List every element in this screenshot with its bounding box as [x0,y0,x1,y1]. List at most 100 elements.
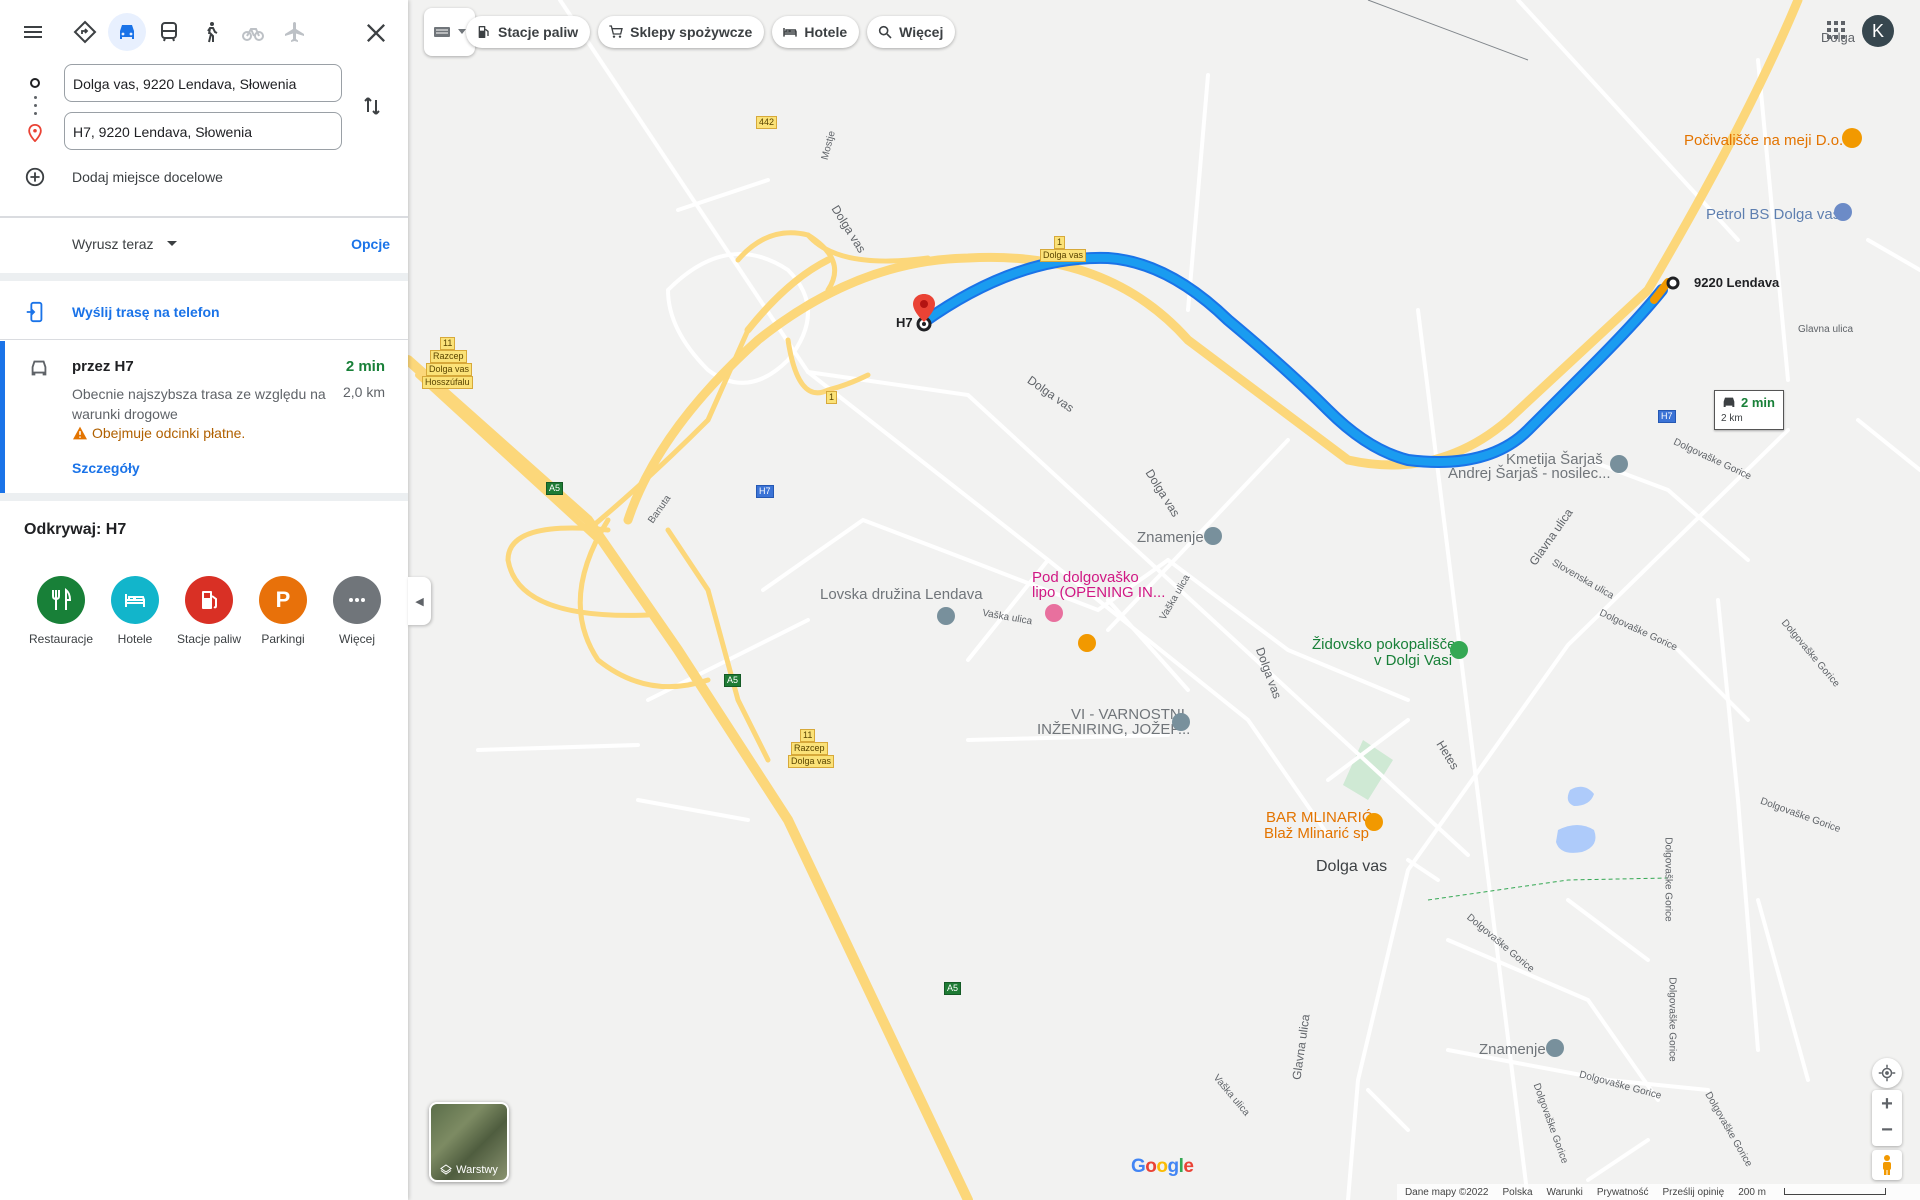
place-marker-icon[interactable] [1610,455,1628,473]
apps-grid-icon[interactable] [1824,18,1848,42]
gas-station-icon [185,576,233,624]
bar-marker-icon[interactable] [1365,813,1383,831]
poi-vi-2[interactable]: INŽENIRING, JOŽEF... [1037,721,1190,738]
gas-marker-icon[interactable] [1834,203,1852,221]
cross-marker-icon[interactable] [1546,1039,1564,1057]
map-canvas[interactable]: 2 min 2 km H7 9220 Lendava Dolga Počival… [408,0,1920,1200]
my-location-button[interactable] [1872,1058,1902,1088]
poi-bar-1[interactable]: BAR MLINARIĆ, [1266,809,1377,826]
map-label-h7: H7 [896,315,913,330]
poi-zidovsko-1[interactable]: Židovsko pokopališče [1312,636,1455,653]
poi-kmetija-2[interactable]: Andrej Šarjaš - nosilec... [1448,465,1611,482]
zoom-in-button[interactable]: + [1881,1090,1893,1118]
explore-hotels[interactable]: Hotele [98,576,172,646]
chip-groceries[interactable]: Sklepy spożywcze [598,16,765,48]
route-duration-callout[interactable]: 2 min 2 km [1714,390,1784,430]
poi-pod-2[interactable]: lipo (OPENING IN... [1032,584,1165,601]
collapse-panel-button[interactable]: ◀ [408,577,431,625]
mode-flight[interactable] [276,13,314,51]
travel-mode-bar [14,13,318,51]
walk-icon [207,22,218,43]
chip-more[interactable]: Więcej [867,16,956,48]
poi-bar-2[interactable]: Blaž Mlinarić sp [1264,825,1369,842]
explore-more[interactable]: Więcej [320,576,394,646]
zoom-out-button[interactable]: − [1881,1118,1893,1146]
menu-button[interactable] [14,13,52,51]
destination-pin-icon[interactable] [913,294,935,322]
poi-zidovsko-2[interactable]: v Dolgi Vasi [1374,652,1452,669]
road-shield-h7: H7 [1658,410,1676,423]
account-avatar[interactable]: K [1862,15,1894,47]
route-description: Obecnie najszybsza trasa ze względu na w… [72,386,326,422]
google-letter: e [1183,1156,1194,1177]
hamburger-icon [24,26,42,38]
mode-walk[interactable] [192,13,230,51]
fork-knife-icon [37,576,85,624]
route-distance: 2,0 km [342,384,385,400]
swap-icon[interactable] [360,94,384,118]
zoom-controls: + − [1872,1090,1902,1146]
street-view-pegman[interactable] [1872,1150,1902,1180]
options-button[interactable]: Opcje [351,236,390,252]
map-label-lendava: 9220 Lendava [1694,275,1780,290]
chip-label: Sklepy spożywcze [630,24,753,40]
close-icon[interactable] [362,19,390,47]
explore-parking[interactable]: P Parkingi [246,576,320,646]
google-letter: o [1156,1156,1168,1177]
best-route-icon [73,20,97,44]
mode-bicycle[interactable] [234,13,272,51]
mode-car[interactable] [108,13,146,51]
road-label: Dolgovaške Gorice [1662,837,1674,922]
chevron-left-icon: ◀ [415,595,424,608]
cross-marker-icon[interactable] [1204,527,1222,545]
destination-input[interactable]: H7, 9220 Lendava, Słowenia [64,112,342,150]
footer-feedback[interactable]: Prześlij opinię [1663,1187,1725,1198]
road-label: Glavna ulica [1798,324,1854,335]
directions-panel: Dolga vas, 9220 Lendava, Słowenia H7, 92… [0,0,408,1200]
depart-label: Wyrusz teraz [72,236,154,252]
origin-circle-icon [30,78,40,88]
footer-terms[interactable]: Warunki [1547,1187,1583,1198]
poi-lovska[interactable]: Lovska družina Lendava [820,586,983,603]
toll-warning: Obejmuje odcinki płatne. [72,425,245,441]
road-shield-name: Dolga vas [788,755,835,768]
google-letter: G [1131,1156,1146,1177]
explore-label: Restauracje [28,632,94,646]
footer-country[interactable]: Polska [1502,1187,1532,1198]
cinema-marker-icon[interactable] [1045,604,1063,622]
send-to-phone-button[interactable]: Wyślij trasę na telefon [24,300,220,324]
restaurant-marker-icon[interactable] [1078,634,1096,652]
toll-warning-text: Obejmuje odcinki płatne. [92,425,246,441]
chip-hotels[interactable]: Hotele [772,16,860,48]
poi-petrol[interactable]: Petrol BS Dolga vas [1706,206,1840,223]
mode-transit[interactable] [150,13,188,51]
poi-znamenje-1[interactable]: Znamenje [1137,529,1204,546]
chevron-down-icon [166,241,177,246]
explore-restaurants[interactable]: Restauracje [24,576,98,646]
route-details-link[interactable]: Szczegóły [72,460,140,476]
road-shield-name: Razcep [791,742,828,755]
place-marker-icon[interactable] [1172,713,1190,731]
origin-input[interactable]: Dolga vas, 9220 Lendava, Słowenia [64,64,342,102]
bicycle-icon [242,28,264,41]
poi-pocivalisce[interactable]: Počivališče na meji D.o.o [1684,132,1852,149]
restaurant-marker-icon[interactable] [1842,128,1862,148]
explore-gas[interactable]: Stacje paliw [172,576,246,646]
layers-button[interactable]: Warstwy [429,1102,509,1182]
footer-privacy[interactable]: Prywatność [1597,1187,1649,1198]
route-title: przez H7 [72,358,134,375]
scale-indicator[interactable]: 200 m [1738,1187,1900,1198]
road-shield-1: 1 [1054,236,1066,249]
poi-znamenje-2[interactable]: Znamenje [1479,1041,1546,1058]
chip-gas-stations[interactable]: Stacje paliw [466,16,591,48]
add-destination-button[interactable]: Dodaj miejsce docelowe [24,166,223,188]
place-marker-icon[interactable] [937,607,955,625]
flight-icon [285,22,304,42]
send-to-phone-icon [26,301,43,323]
route-option-card[interactable]: przez H7 2 min Obecnie najszybsza trasa … [0,341,408,493]
map-footer: Dane mapy ©2022 Polska Warunki Prywatnoś… [1396,1184,1920,1200]
add-circle-icon [25,167,45,187]
depart-time-dropdown[interactable]: Wyrusz teraz [72,236,178,252]
mode-best-route[interactable] [66,13,104,51]
cemetery-marker-icon[interactable] [1450,641,1468,659]
